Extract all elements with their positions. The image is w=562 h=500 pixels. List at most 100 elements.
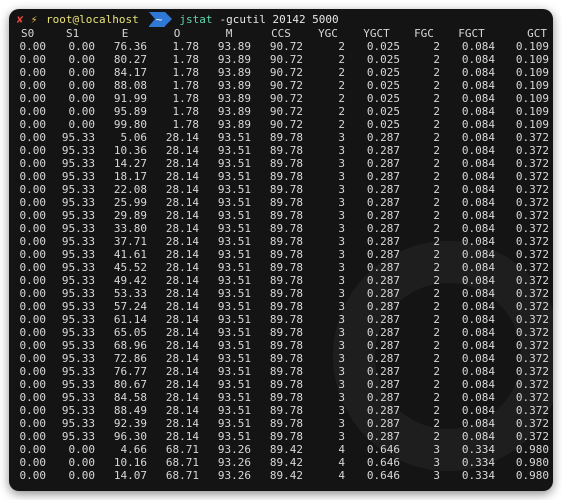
cell-fgc: 2 [433, 352, 440, 365]
cell-gct: 0.372 [515, 352, 549, 365]
cell-ygc: 3 [338, 352, 345, 365]
cell-m: 93.51 [217, 209, 251, 222]
table-row: 0.00 0.00 14.07 68.71 93.26 89.42 4 0.646 3 0.334… [9, 469, 553, 482]
cell-fgct: 0.084 [461, 378, 495, 391]
cell-o: 28.14 [165, 326, 199, 339]
table-row: 0.00 0.00 76.36 1.78 93.89 90.72 2 0.025 2 0.084 0… [9, 40, 553, 53]
cell-gct: 0.372 [515, 417, 549, 430]
cell-m: 93.89 [217, 66, 251, 79]
column-header-e: E [121, 27, 129, 40]
cell-gct: 0.372 [515, 430, 549, 443]
cell-ccs: 89.78 [269, 430, 303, 443]
cell-e: 72.86 [113, 352, 147, 365]
cell-ccs: 90.72 [269, 118, 303, 131]
table-row: 0.00 95.33 37.71 28.14 93.51 89.78 3 0.287 2 0.08… [9, 235, 553, 248]
shell-prompt: ✘ ⚡ root@localhost ~ jstat -gcutil 20142… [9, 12, 553, 27]
cell-m: 93.51 [217, 313, 251, 326]
cell-m: 93.51 [217, 222, 251, 235]
prompt-directory-segment: ~ [148, 12, 172, 27]
cell-ccs: 90.72 [269, 105, 303, 118]
cell-e: 45.52 [113, 261, 147, 274]
cell-fgct: 0.084 [461, 417, 495, 430]
cell-s0: 0.00 [19, 352, 47, 365]
cell-o: 1.78 [172, 105, 200, 118]
cell-s1: 95.33 [61, 417, 95, 430]
cell-ygct: 0.287 [366, 144, 400, 157]
cell-s1: 95.33 [61, 196, 95, 209]
cell-gct: 0.372 [515, 404, 549, 417]
table-row: 0.00 0.00 99.80 1.78 93.89 90.72 2 0.025 2 0.084 0… [9, 118, 553, 131]
table-row: 0.00 0.00 10.16 68.71 93.26 89.42 4 0.646 3 0.334… [9, 456, 553, 469]
cell-fgct: 0.084 [461, 222, 495, 235]
cell-gct: 0.109 [515, 53, 549, 66]
cell-ygc: 3 [338, 326, 345, 339]
cell-fgct: 0.084 [461, 157, 495, 170]
cell-ccs: 89.78 [269, 417, 303, 430]
cell-s0: 0.00 [19, 391, 47, 404]
cell-s0: 0.00 [19, 53, 47, 66]
cell-ygc: 3 [338, 170, 345, 183]
column-header-fgct: FGCT [458, 27, 485, 40]
cell-m: 93.51 [217, 391, 251, 404]
cell-ygc: 3 [338, 287, 345, 300]
cell-ygc: 4 [338, 443, 345, 456]
terminal-window[interactable]: ✘ ⚡ root@localhost ~ jstat -gcutil 20142… [9, 9, 553, 491]
cell-ccs: 89.78 [269, 287, 303, 300]
cell-ccs: 89.78 [269, 183, 303, 196]
cell-fgct: 0.084 [461, 326, 495, 339]
cell-gct: 0.980 [515, 456, 549, 469]
cell-o: 1.78 [172, 40, 200, 53]
cell-o: 28.14 [165, 365, 199, 378]
cell-gct: 0.372 [515, 326, 549, 339]
cell-s0: 0.00 [19, 430, 47, 443]
cell-ccs: 89.78 [269, 365, 303, 378]
cell-e: 80.67 [113, 378, 147, 391]
cell-fgct: 0.084 [461, 391, 495, 404]
cell-fgct: 0.084 [461, 144, 495, 157]
cell-ygc: 3 [338, 183, 345, 196]
cell-e: 84.58 [113, 391, 147, 404]
cell-fgct: 0.084 [461, 105, 495, 118]
cell-s0: 0.00 [19, 456, 47, 469]
cell-e: 14.07 [113, 469, 147, 482]
cell-s0: 0.00 [19, 118, 47, 131]
cell-o: 28.14 [165, 313, 199, 326]
cell-ccs: 89.78 [269, 352, 303, 365]
cell-ccs: 89.42 [269, 443, 303, 456]
cell-fgc: 2 [433, 79, 440, 92]
table-row: 0.00 95.33 18.17 28.14 93.51 89.78 3 0.287 2 0.08… [9, 170, 553, 183]
cell-e: 33.80 [113, 222, 147, 235]
cell-fgc: 2 [433, 183, 440, 196]
cell-s0: 0.00 [19, 222, 47, 235]
cell-e: 10.36 [113, 144, 147, 157]
prompt-user-host: root@localhost [46, 13, 139, 26]
table-row: 0.00 95.33 45.52 28.14 93.51 89.78 3 0.287 2 0.08… [9, 261, 553, 274]
cell-fgct: 0.084 [461, 313, 495, 326]
table-row: 0.00 95.33 57.24 28.14 93.51 89.78 3 0.287 2 0.08… [9, 300, 553, 313]
cell-ygc: 2 [338, 53, 345, 66]
cell-fgc: 2 [433, 313, 440, 326]
cell-s1: 95.33 [61, 352, 95, 365]
cell-ccs: 89.78 [269, 248, 303, 261]
table-row: 0.00 0.00 84.17 1.78 93.89 90.72 2 0.025 2 0.084 0… [9, 66, 553, 79]
cell-m: 93.51 [217, 235, 251, 248]
cell-m: 93.51 [217, 326, 251, 339]
cell-gct: 0.372 [515, 144, 549, 157]
column-header-fgc: FGC [414, 27, 434, 40]
cell-o: 1.78 [172, 66, 200, 79]
cell-ygct: 0.646 [366, 456, 400, 469]
cell-gct: 0.372 [515, 157, 549, 170]
cell-ygc: 4 [338, 469, 345, 482]
cell-ccs: 89.78 [269, 391, 303, 404]
table-row: 0.00 95.33 84.58 28.14 93.51 89.78 3 0.287 2 0.08… [9, 391, 553, 404]
cell-ygc: 3 [338, 235, 345, 248]
cell-ygct: 0.287 [366, 183, 400, 196]
cell-fgct: 0.084 [461, 430, 495, 443]
cell-m: 93.51 [217, 274, 251, 287]
cell-ygc: 3 [338, 274, 345, 287]
cell-o: 28.14 [165, 248, 199, 261]
cell-fgct: 0.084 [461, 118, 495, 131]
cell-ccs: 89.42 [269, 469, 303, 482]
cell-gct: 0.372 [515, 183, 549, 196]
table-row: 0.00 95.33 22.08 28.14 93.51 89.78 3 0.287 2 0.08… [9, 183, 553, 196]
